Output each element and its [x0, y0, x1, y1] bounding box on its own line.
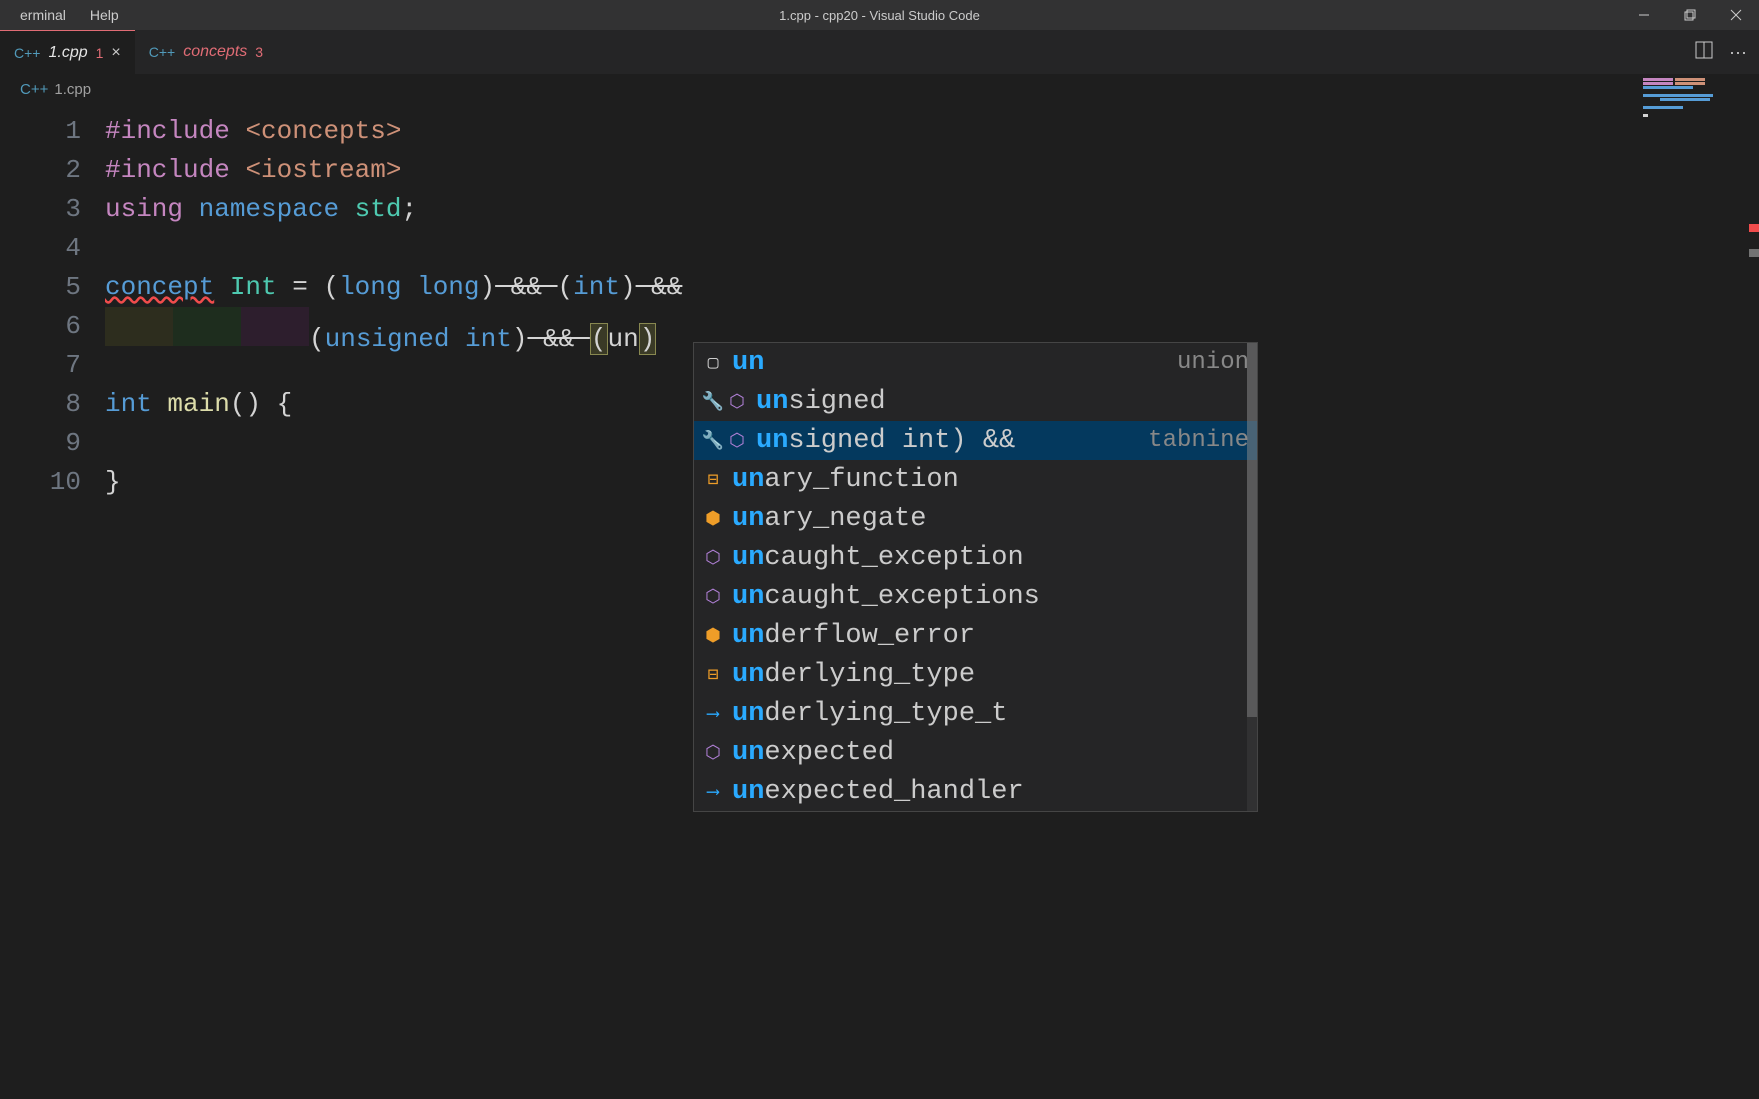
suggest-label: uncaught_exception — [732, 543, 1249, 573]
suggest-label: underflow_error — [732, 621, 1249, 651]
tabnine-icon: 🔧⬡ — [702, 430, 748, 452]
line-number: 4 — [0, 229, 105, 268]
suggest-label: unary_negate — [732, 504, 1249, 534]
minimize-icon — [1638, 9, 1650, 21]
overview-ruler — [1745, 74, 1759, 874]
line-number: 8 — [0, 385, 105, 424]
type-icon: ⟶ — [702, 781, 724, 803]
suggest-item[interactable]: ⬡ uncaught_exception — [694, 538, 1257, 577]
ruler-cursor-mark — [1749, 249, 1759, 257]
method-icon: ⬡ — [702, 547, 724, 569]
code-line: #include <concepts> — [105, 112, 1759, 151]
line-number: 6 — [0, 307, 105, 346]
minimize-button[interactable] — [1621, 0, 1667, 30]
suggest-item[interactable]: ⟶ underlying_type_t — [694, 694, 1257, 733]
suggest-detail: union — [1177, 349, 1249, 376]
suggest-label: un — [732, 348, 1169, 378]
suggest-detail: tabnine — [1148, 427, 1249, 454]
suggest-label: unsigned — [756, 387, 1249, 417]
suggest-label: underlying_type — [732, 660, 1249, 690]
editor-actions: ··· — [1695, 41, 1747, 64]
minimap[interactable] — [1639, 74, 1759, 474]
ruler-error-mark — [1749, 224, 1759, 232]
suggest-item[interactable]: ⊟ unary_function — [694, 460, 1257, 499]
suggest-widget[interactable]: ▢ un union 🔧⬡ unsigned 🔧⬡ unsigned int) … — [693, 342, 1258, 812]
tab-problems-badge: 3 — [255, 44, 263, 60]
tabs-bar: C++ 1.cpp 1 × C++ concepts 3 ··· — [0, 30, 1759, 74]
tabnine-icon: 🔧⬡ — [702, 391, 748, 413]
cpp-file-icon: C++ — [20, 81, 48, 98]
tab-problems-badge: 1 — [96, 45, 104, 61]
window-title: 1.cpp - cpp20 - Visual Studio Code — [779, 8, 980, 23]
titlebar: erminal Help 1.cpp - cpp20 - Visual Stud… — [0, 0, 1759, 30]
breadcrumb-path: 1.cpp — [54, 81, 91, 98]
suggest-label: unary_function — [732, 465, 1249, 495]
minimap-content — [1639, 74, 1759, 122]
close-button[interactable] — [1713, 0, 1759, 30]
suggest-item[interactable]: ⊟ underlying_type — [694, 655, 1257, 694]
close-icon — [1730, 9, 1742, 21]
suggest-item[interactable]: ⬢ unary_negate — [694, 499, 1257, 538]
suggest-label: unsigned int) && — [756, 426, 1140, 456]
scrollbar-thumb[interactable] — [1247, 343, 1257, 717]
line-number: 1 — [0, 112, 105, 151]
suggest-label: unexpected — [732, 738, 1249, 768]
struct-icon: ⊟ — [702, 469, 724, 491]
line-number: 5 — [0, 268, 105, 307]
suggest-item[interactable]: ⬡ uncaught_exceptions — [694, 577, 1257, 616]
tab-label: concepts — [183, 43, 247, 61]
more-actions-icon[interactable]: ··· — [1729, 42, 1747, 63]
code-line: (unsigned int) && (un) — [105, 307, 1759, 346]
method-icon: ⬡ — [702, 742, 724, 764]
code-line: #include <iostream> — [105, 151, 1759, 190]
tab-concepts[interactable]: C++ concepts 3 — [135, 30, 277, 74]
method-icon: ⬡ — [702, 586, 724, 608]
suggest-item[interactable]: ⟶ unexpected_handler — [694, 772, 1257, 811]
menu-help[interactable]: Help — [78, 3, 131, 27]
suggest-label: uncaught_exceptions — [732, 582, 1249, 612]
line-gutter: 1 2 3 4 5 6 7 8 9 10 — [0, 104, 105, 502]
line-number: 3 — [0, 190, 105, 229]
suggest-item[interactable]: ▢ un union — [694, 343, 1257, 382]
breadcrumbs[interactable]: C++ 1.cpp — [0, 74, 1759, 104]
cpp-file-icon: C++ — [14, 45, 40, 61]
tab-label: 1.cpp — [48, 44, 87, 62]
suggest-label: unexpected_handler — [732, 777, 1249, 807]
menu-terminal[interactable]: erminal — [8, 3, 78, 27]
suggest-item[interactable]: 🔧⬡ unsigned — [694, 382, 1257, 421]
class-icon: ⬢ — [702, 625, 724, 647]
tab-close-button[interactable]: × — [111, 44, 120, 62]
tab-1cpp[interactable]: C++ 1.cpp 1 × — [0, 30, 135, 74]
code-line — [105, 229, 1759, 268]
line-number: 2 — [0, 151, 105, 190]
menu-bar: erminal Help — [0, 3, 131, 27]
line-number: 9 — [0, 424, 105, 463]
type-icon: ⟶ — [702, 703, 724, 725]
suggest-scrollbar[interactable] — [1247, 343, 1257, 811]
suggest-item[interactable]: ⬢ underflow_error — [694, 616, 1257, 655]
window-controls — [1621, 0, 1759, 30]
code-line: using namespace std; — [105, 190, 1759, 229]
struct-icon: ⊟ — [702, 664, 724, 686]
snippet-icon: ▢ — [702, 352, 724, 374]
class-icon: ⬢ — [702, 508, 724, 530]
split-editor-icon[interactable] — [1695, 41, 1713, 64]
line-number: 7 — [0, 346, 105, 385]
cpp-file-icon: C++ — [149, 44, 175, 60]
suggest-item[interactable]: ⬡ unexpected — [694, 733, 1257, 772]
maximize-button[interactable] — [1667, 0, 1713, 30]
suggest-label: underlying_type_t — [732, 699, 1249, 729]
suggest-item-selected[interactable]: 🔧⬡ unsigned int) && tabnine — [694, 421, 1257, 460]
code-line: concept Int = (long long) && (int) && — [105, 268, 1759, 307]
line-number: 10 — [0, 463, 105, 502]
maximize-icon — [1684, 9, 1696, 21]
